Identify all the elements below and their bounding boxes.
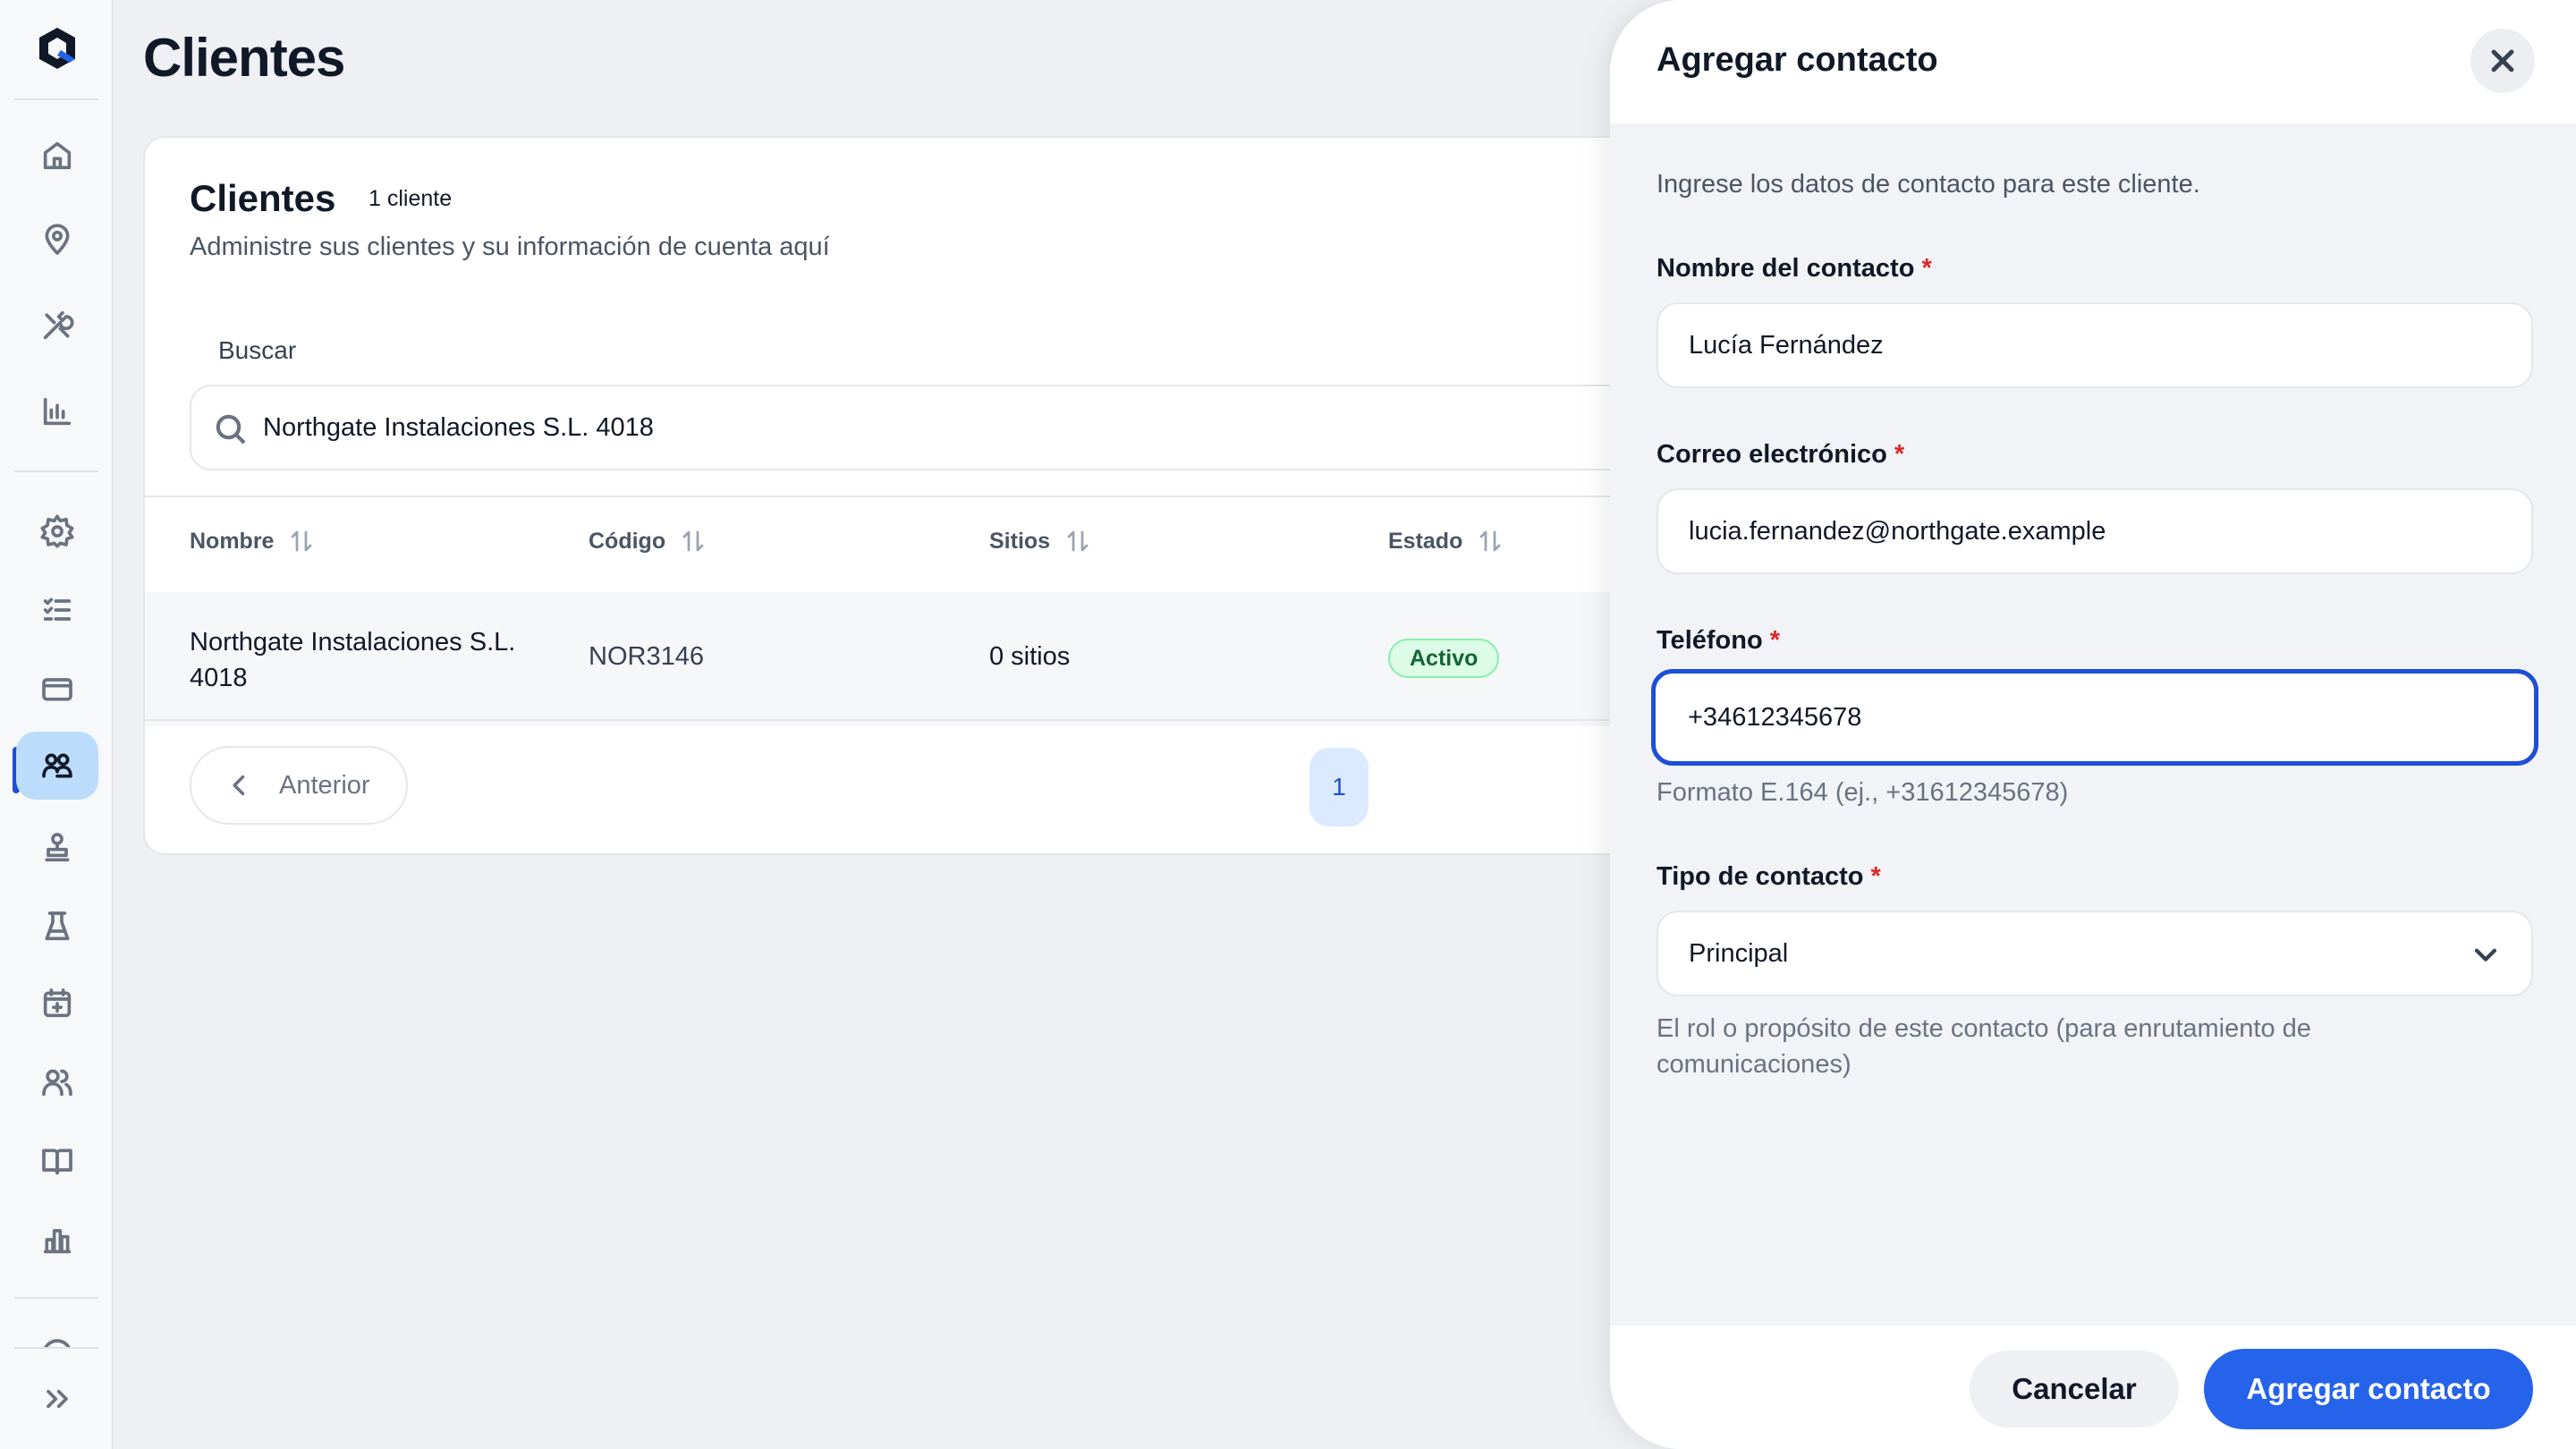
sidebar <box>0 0 114 1449</box>
drawer-title: Agregar contacto <box>1657 41 1938 79</box>
contact-type-label: Tipo de contacto * <box>1657 862 1881 891</box>
contact-type-select[interactable]: Principal <box>1657 911 2533 996</box>
previous-page-button[interactable]: Anterior <box>190 746 408 825</box>
users-icon[interactable] <box>36 1061 79 1104</box>
analytics-icon[interactable] <box>36 1218 79 1261</box>
name-label: Nombre del contacto * <box>1657 254 1932 283</box>
close-button[interactable] <box>2470 29 2535 93</box>
credit-card-icon[interactable] <box>36 667 79 710</box>
sidebar-divider <box>14 1347 98 1349</box>
cancel-button[interactable]: Cancelar <box>1970 1351 2179 1428</box>
client-code: NOR3146 <box>589 642 704 671</box>
app-logo[interactable] <box>34 25 80 72</box>
phone-label: Teléfono * <box>1657 626 1780 655</box>
drawer-intro: Ingrese los datos de contacto para este … <box>1657 170 2200 199</box>
sort-icon[interactable] <box>1064 528 1091 555</box>
stamp-icon[interactable] <box>36 826 79 869</box>
sidebar-divider <box>14 98 98 100</box>
search-value: Northgate Instalaciones S.L. 4018 <box>263 413 654 442</box>
search-label: Buscar <box>218 336 297 364</box>
email-label: Correo electrónico * <box>1657 440 1905 469</box>
calendar-icon[interactable] <box>36 982 79 1025</box>
card-subtitle: Administre sus clientes y su información… <box>190 233 830 261</box>
chevron-down-icon <box>2474 948 2497 962</box>
add-contact-drawer: Agregar contacto Ingrese los datos de co… <box>1610 0 2576 1449</box>
expand-icon[interactable] <box>36 1377 79 1420</box>
client-name: Northgate Instalaciones S.L. 4018 <box>190 628 516 692</box>
column-header-sitios[interactable]: Sitios <box>989 528 1091 555</box>
gear-icon[interactable] <box>36 510 79 553</box>
email-field[interactable]: lucia.fernandez@northgate.example <box>1657 488 2533 574</box>
table-divider <box>145 719 1844 721</box>
home-icon[interactable] <box>36 134 79 177</box>
client-sites: 0 sitios <box>989 642 1071 671</box>
flask-icon[interactable] <box>36 905 79 948</box>
sort-icon[interactable] <box>680 528 707 555</box>
map-pin-icon[interactable] <box>36 218 79 261</box>
chevron-left-icon <box>233 775 245 796</box>
search-icon <box>216 414 246 445</box>
count-badge: 1 cliente <box>369 186 453 211</box>
sidebar-divider <box>14 470 98 472</box>
column-header-nombre[interactable]: Nombre <box>190 528 315 555</box>
sort-icon[interactable] <box>1477 528 1504 555</box>
card-title: Clientes <box>190 177 336 219</box>
close-icon <box>2491 49 2514 72</box>
column-header-estado[interactable]: Estado <box>1388 528 1504 555</box>
page-number-button[interactable]: 1 <box>1309 748 1368 826</box>
bar-chart-icon[interactable] <box>36 390 79 433</box>
checklist-icon[interactable] <box>36 589 79 631</box>
page-title: Clientes <box>143 28 345 88</box>
phone-hint: Formato E.164 (ej., +31612345678) <box>1657 778 2069 807</box>
status-badge: Activo <box>1388 639 1500 678</box>
clients-icon[interactable] <box>16 732 98 800</box>
clients-card: Clientes 1 cliente Administre sus client… <box>143 136 1889 855</box>
tools-icon[interactable] <box>36 304 79 347</box>
drawer-header: Agregar contacto <box>1610 0 2576 123</box>
contact-name-field[interactable]: Lucía Fernández <box>1657 302 2533 388</box>
sidebar-divider <box>14 1297 98 1299</box>
drawer-footer: Cancelar Agregar contacto <box>1610 1326 2576 1449</box>
book-icon[interactable] <box>36 1140 79 1182</box>
add-contact-button[interactable]: Agregar contacto <box>2204 1349 2533 1429</box>
phone-field[interactable]: +34612345678 <box>1651 669 2538 766</box>
sort-icon[interactable] <box>288 528 315 555</box>
contact-type-hint: El rol o propósito de este contacto (par… <box>1657 1014 2311 1079</box>
column-header-codigo[interactable]: Código <box>589 528 707 555</box>
table-divider <box>145 496 1844 497</box>
table-row[interactable]: Northgate Instalaciones S.L. 4018 NOR314… <box>145 592 1844 726</box>
